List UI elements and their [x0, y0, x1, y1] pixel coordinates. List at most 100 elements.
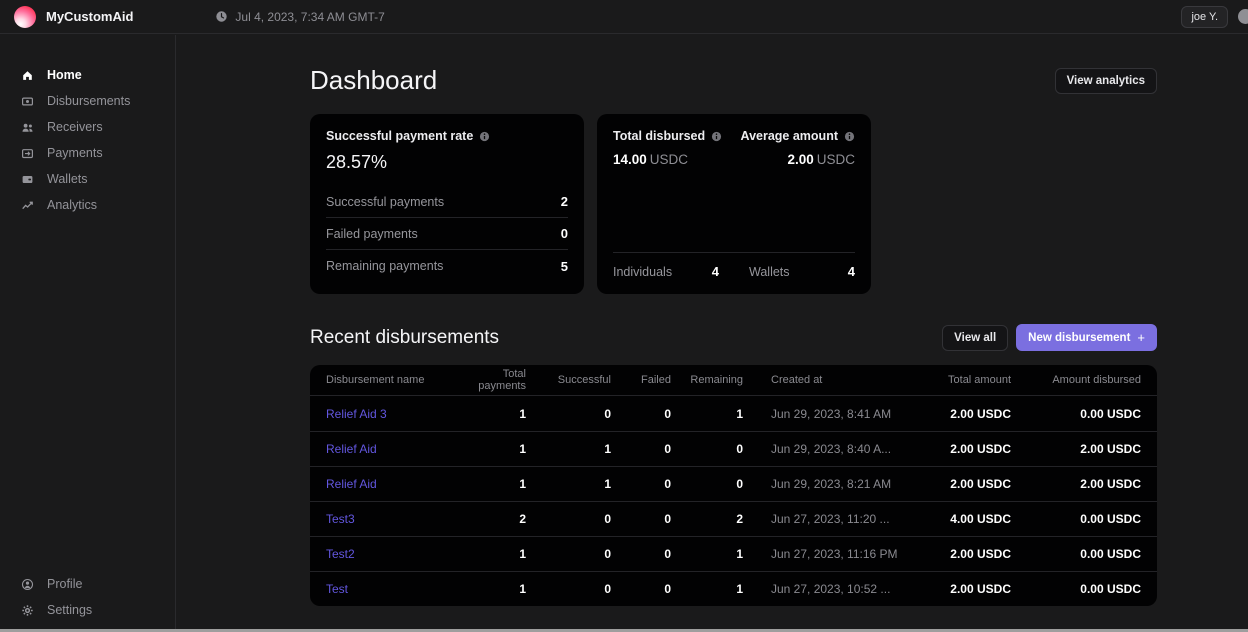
- table-row: Relief Aid 31001Jun 29, 2023, 8:41 AM2.0…: [310, 396, 1157, 431]
- disbursements-table: Disbursement nameTotal paymentsSuccessfu…: [310, 365, 1157, 606]
- sidebar-item-wallets[interactable]: Wallets: [0, 166, 175, 192]
- count-label: Individuals: [613, 265, 672, 279]
- failed-cell: 0: [664, 477, 671, 491]
- column-header: Created at: [743, 374, 901, 386]
- amount-disbursed-cell: 2.00 USDC: [1080, 477, 1141, 491]
- info-icon[interactable]: [479, 131, 490, 142]
- sidebar-item-label: Wallets: [47, 172, 88, 186]
- total-payments-cell: 1: [519, 547, 526, 561]
- count-label: Wallets: [749, 265, 790, 279]
- topbar: MyCustomAid Jul 4, 2023, 7:34 AM GMT-7 j…: [0, 0, 1248, 34]
- view-analytics-button[interactable]: View analytics: [1055, 68, 1157, 94]
- sidebar-item-settings[interactable]: Settings: [0, 597, 175, 623]
- disbursement-link[interactable]: Test2: [326, 547, 355, 561]
- table-row: Test1001Jun 27, 2023, 10:52 ...2.00 USDC…: [310, 571, 1157, 606]
- created-at-cell: Jun 27, 2023, 11:20 ...: [771, 512, 890, 526]
- table-row: Relief Aid 1 1 0 0 Jun 29, 2023, 8:40 A... 2.0…: [310, 431, 1157, 466]
- stat-value: 0: [561, 226, 568, 241]
- amount-disbursed-cell: 0.00 USDC: [1080, 547, 1141, 561]
- info-icon[interactable]: [711, 131, 722, 142]
- column-header: Total payments: [466, 368, 526, 392]
- table-row: Test2 1 0 0 1 Jun 27, 2023, 11:16 PM 2.00 USDC…: [310, 536, 1157, 571]
- sidebar-item-label: Analytics: [47, 198, 97, 212]
- info-icon[interactable]: [844, 131, 855, 142]
- count-value: 4: [712, 264, 719, 279]
- created-at-cell: Jun 27, 2023, 10:52 ...: [771, 582, 890, 596]
- sidebar-nav: HomeDisbursements Receivers Payments Wallet…: [0, 62, 175, 218]
- disbursements-icon: [21, 95, 34, 108]
- analytics-icon: [21, 199, 34, 212]
- new-disbursement-button[interactable]: New disbursement +: [1016, 324, 1157, 351]
- column-header: Failed: [611, 374, 671, 386]
- disbursement-link[interactable]: Test: [326, 582, 348, 596]
- total-amount-cell: 2.00 USDC: [950, 442, 1011, 456]
- count-value: 4: [848, 264, 855, 279]
- successful-cell: 1: [604, 442, 611, 456]
- page-title: Dashboard: [310, 65, 437, 96]
- sidebar-item-profile[interactable]: Profile: [0, 571, 175, 597]
- stat-label: Failed payments: [326, 227, 418, 241]
- sidebar-item-receivers[interactable]: Receivers: [0, 114, 175, 140]
- sidebar-item-analytics[interactable]: Analytics: [0, 192, 175, 218]
- amount-disbursed-cell: 0.00 USDC: [1080, 512, 1141, 526]
- sidebar-footer-nav: Profile Settings: [0, 571, 175, 623]
- total-amount-cell: 2.00 USDC: [950, 582, 1011, 596]
- column-header: Amount disbursed: [1011, 374, 1141, 386]
- view-all-button[interactable]: View all: [942, 325, 1008, 351]
- failed-cell: 0: [664, 442, 671, 456]
- remaining-cell: 0: [736, 442, 743, 456]
- remaining-cell: 2: [736, 512, 743, 526]
- remaining-cell: 1: [736, 547, 743, 561]
- disbursement-link[interactable]: Relief Aid: [326, 477, 377, 491]
- disbursement-link[interactable]: Test3: [326, 512, 355, 526]
- successful-cell: 0: [604, 547, 611, 561]
- disbursement-link[interactable]: Relief Aid 3: [326, 407, 387, 421]
- payment-rate-card: Successful payment rate 28.57% Successfu…: [310, 114, 584, 294]
- stat-row: Remaining payments 5: [326, 250, 568, 282]
- plus-icon: +: [1137, 331, 1145, 344]
- clock-icon: [215, 10, 228, 23]
- stat-label: Remaining payments: [326, 259, 443, 273]
- column-header: Disbursement name: [326, 374, 466, 386]
- failed-cell: 0: [664, 512, 671, 526]
- settings-icon: [21, 604, 34, 617]
- count-pair: Wallets 4: [749, 264, 855, 279]
- sidebar-item-payments[interactable]: Payments: [0, 140, 175, 166]
- sidebar: HomeDisbursements Receivers Payments Wallet…: [0, 35, 176, 629]
- created-at-cell: Jun 29, 2023, 8:40 A...: [771, 442, 891, 456]
- receivers-icon: [21, 121, 34, 134]
- count-pair: Individuals 4: [613, 264, 719, 279]
- remaining-cell: 1: [736, 582, 743, 596]
- total-disbursed-value: 14.00USDC: [613, 152, 722, 167]
- failed-cell: 0: [664, 547, 671, 561]
- created-at-cell: Jun 27, 2023, 11:16 PM: [771, 547, 898, 561]
- sidebar-item-label: Profile: [47, 577, 82, 591]
- total-payments-cell: 1: [519, 442, 526, 456]
- sidebar-item-disbursements[interactable]: Disbursements: [0, 88, 175, 114]
- totals-card: Total disbursed 14.00USDC Average amount: [597, 114, 871, 294]
- column-header: Remaining: [671, 374, 743, 386]
- recent-disbursements-title: Recent disbursements: [310, 327, 499, 349]
- payment-rate-title: Successful payment rate: [326, 129, 473, 143]
- disbursement-link[interactable]: Relief Aid: [326, 442, 377, 456]
- sidebar-item-label: Payments: [47, 146, 103, 160]
- amount-disbursed-cell: 2.00 USDC: [1080, 442, 1141, 456]
- home-icon: [21, 69, 34, 82]
- sidebar-item-home[interactable]: Home: [0, 62, 175, 88]
- stat-label: Successful payments: [326, 195, 444, 209]
- successful-cell: 1: [604, 477, 611, 491]
- total-amount-cell: 2.00 USDC: [950, 547, 1011, 561]
- total-amount-cell: 2.00 USDC: [950, 407, 1011, 421]
- sidebar-item-label: Settings: [47, 603, 92, 617]
- failed-cell: 0: [664, 582, 671, 596]
- sidebar-item-label: Receivers: [47, 120, 103, 134]
- amount-disbursed-cell: 0.00 USDC: [1080, 407, 1141, 421]
- avatar[interactable]: [1238, 9, 1248, 24]
- profile-icon: [21, 578, 34, 591]
- created-at-cell: Jun 29, 2023, 8:41 AM: [771, 407, 891, 421]
- user-menu-button[interactable]: joe Y.: [1181, 6, 1228, 28]
- total-payments-cell: 1: [519, 477, 526, 491]
- table-row: Test32002Jun 27, 2023, 11:20 ...4.00 USD…: [310, 501, 1157, 536]
- total-payments-cell: 2: [519, 512, 526, 526]
- stat-row: Failed payments 0: [326, 218, 568, 250]
